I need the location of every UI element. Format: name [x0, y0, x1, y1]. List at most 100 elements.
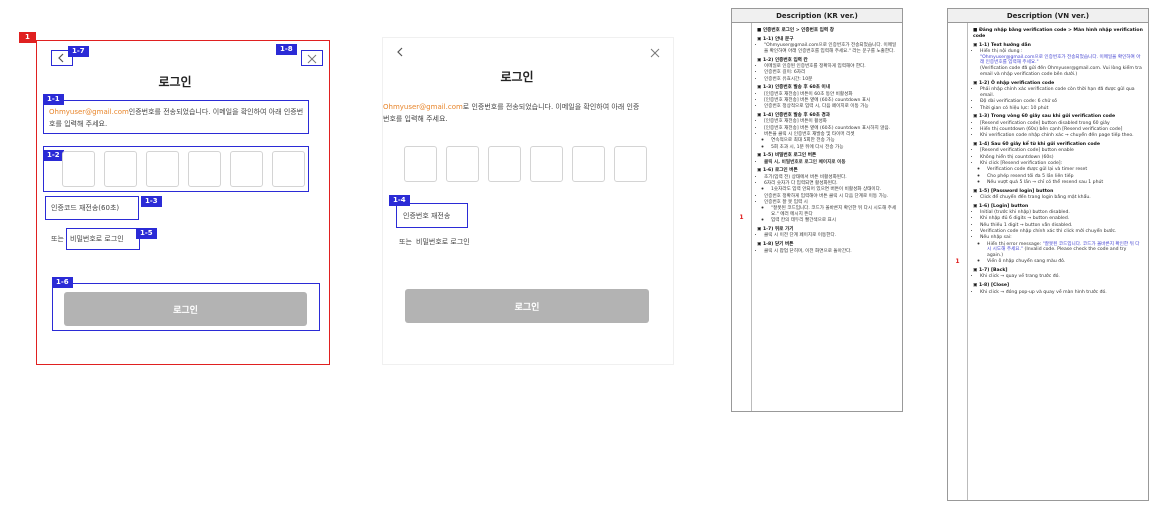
tag-1-8: 1-8 — [276, 44, 297, 55]
panel-header: Description (KR ver.) — [732, 9, 902, 23]
code-digit-input[interactable] — [62, 151, 95, 187]
close-icon[interactable] — [649, 47, 661, 59]
list-item: Nếu vượt quá 5 lần → chỉ có thể resend s… — [987, 180, 1143, 186]
list-item: [인증번호 재전송] 버튼 옆에 (60초) countdown 표시 — [764, 98, 897, 104]
panel-body: ■ Đăng nhập bằng verification code > Màn… — [968, 23, 1148, 500]
list-item: Khi click [Resend verification code]: — [980, 161, 1143, 167]
list-item: [Resend verification code] button disabl… — [980, 121, 1143, 127]
password-login-annotation — [66, 228, 140, 250]
close-button-annotation — [301, 50, 323, 66]
section-heading: ▣ 1-2) Ô nhập verification code — [973, 80, 1055, 86]
page-title: 로그인 — [500, 70, 534, 84]
list-item: Initial (trước khi nhập) button disabled… — [980, 210, 1143, 216]
panel-row-number: 1 — [948, 23, 968, 500]
list-item: 입력 칸의 테두리 빨간색으로 표시 — [771, 218, 897, 224]
section-heading: ▣ 1-4) 인증번호 발송 후 60초 경과 — [757, 113, 830, 119]
list-item: Click để chuyển đến trang login bằng mật… — [980, 195, 1143, 201]
section-heading: ▣ 1-1) Text hướng dẫn — [973, 42, 1031, 48]
list-item: 5회 초과 시, 1분 뒤에 다시 전송 가능 — [771, 145, 897, 151]
resend-button[interactable]: 인증번호 재전송 — [403, 211, 450, 221]
tag-1-3: 1-3 — [141, 196, 162, 207]
section-heading: ▣ 1-5) 비밀번호 로그인 버튼 — [757, 153, 817, 159]
list-item: Verification code được gửi lại và timer … — [987, 167, 1143, 173]
list-item: 인증번호 정상적으로 입력 시, 다음 페이지로 이동 가능 — [764, 104, 897, 110]
list-item: 6자리 숫자가 다 입력되면 활성화된다. — [764, 181, 897, 187]
code-digit-input[interactable] — [104, 151, 137, 187]
code-digit-input[interactable] — [146, 151, 179, 187]
description-panel-vn: Description (VN ver.) 1 ■ Đăng nhập bằng… — [947, 8, 1149, 501]
list-item: 인증번호 유효시간: 10분 — [764, 77, 897, 83]
list-item: Nếu nhập sai: — [980, 235, 1143, 241]
code-digit-input[interactable] — [230, 151, 263, 187]
code-digit-input[interactable] — [488, 146, 521, 182]
section-heading: ▣ 1-4) Sau 60 giây kể từ khi gửi verific… — [973, 142, 1100, 148]
list-item: Độ dài verification code: 6 chữ số — [980, 99, 1143, 105]
list-item: 클릭 시, 비밀번호로 로그인 페이지로 이동 — [764, 160, 897, 166]
section-heading: ▣ 1-5) [Password login] button — [973, 188, 1054, 194]
list-item: 연속적으로 최대 5회만 전송 가능 — [771, 138, 897, 144]
list-item: Nếu thiếu 1 digit → button vẫn disabled. — [980, 223, 1143, 229]
code-input-group — [404, 146, 647, 182]
login-button[interactable]: 로그인 — [405, 289, 649, 323]
list-item: [Resend verification code] button enable — [980, 148, 1143, 154]
description-panel-kr: Description (KR ver.) 1 ■ 인증번호 로그인 > 인증번… — [731, 8, 903, 412]
list-item: 인증번호 잘 못 입력 시 — [764, 200, 897, 206]
section-heading: ▣ 1-1) 안내 문구 — [757, 36, 794, 42]
section-heading: ▣ 1-8) 닫기 버튼 — [757, 242, 794, 248]
list-item: 클릭 시 이전 단계 페이지로 이동한다. — [764, 233, 897, 239]
list-item: [인증번호 재전송] 버튼이 활성화 — [764, 119, 897, 125]
code-digit-input[interactable] — [614, 146, 647, 182]
code-digit-input[interactable] — [572, 146, 605, 182]
list-item: Phải nhập chính xác verification code cò… — [980, 87, 1143, 99]
list-item: 이메일로 인증된 인증번호를 정확하게 입력해야 한다. — [764, 64, 897, 70]
panel-row-number: 1 — [732, 23, 752, 411]
tag-1-7: 1-7 — [68, 46, 89, 57]
section-heading: ▣ 1-6) 로그인 버튼 — [757, 168, 798, 174]
list-item: "Ohmyuser@gmail.com으로 인증번호가 전송되었습니다. 이메일… — [764, 43, 897, 55]
list-item: Không hiển thị countdown (60s) — [980, 155, 1143, 161]
list-item: Cho phép resend tối đa 5 lần liên tiếp — [987, 174, 1143, 180]
section-title: ■ Đăng nhập bằng verification code > Màn… — [973, 28, 1143, 39]
screen-badge: 1 — [19, 32, 36, 43]
email-text: Ohmyuser@gmail.com — [383, 103, 463, 111]
email-text: Ohmyuser@gmail.com — [49, 108, 129, 116]
list-item: 인증번호 정확하게 입력해야 버튼 클릭 시 다음 단계로 이동 가능. — [764, 194, 897, 200]
list-item: Khi click → đóng pop-up và quay về màn h… — [980, 290, 1143, 296]
list-item: Thời gian có hiệu lực: 10 phút — [980, 106, 1143, 112]
chevron-left-icon[interactable] — [394, 46, 406, 58]
code-digit-input[interactable] — [188, 151, 221, 187]
list-item: Hiển thị nội dung :"Ohmyuser@gmail.com으로… — [980, 49, 1143, 78]
guide-text: Ohmyuser@gmail.com인증번호를 전송되었습니다. 이메일을 확인… — [49, 106, 304, 130]
section-heading: ▣ 1-2) 인증번호 입력 칸 — [757, 57, 808, 63]
list-item: 1숫자라도 입력 안되어 있으면 버튼이 비활성화 상태이다. — [771, 187, 897, 193]
list-text: Hiển thị error message: — [987, 241, 1042, 247]
section-heading: ▣ 1-8) [Close] — [973, 283, 1010, 289]
list-item: Hiển thị countdown (60s) bên cạnh [Resen… — [980, 127, 1143, 133]
or-label: 또는 — [399, 238, 412, 246]
list-item: 초기(입력 전) 상태에서 버튼 비활성화된다. — [764, 175, 897, 181]
list-item: 클릭 시 팝업 닫히며, 이전 화면으로 돌아간다. — [764, 249, 897, 255]
code-digit-input[interactable] — [446, 146, 479, 182]
list-item: Khi click → quay về trang trước đó. — [980, 274, 1143, 280]
code-input-group — [62, 151, 305, 187]
resend-button[interactable]: 인증코드 재전송(60초) — [51, 203, 119, 213]
code-digit-input[interactable] — [404, 146, 437, 182]
list-item: Hiển thị error message: "잘못된 코드입니다. 코드가 … — [987, 242, 1143, 259]
list-item: 버튼을 클릭 시 인증번호 재발송 및 타이머 리셋 — [764, 132, 897, 138]
guide-text: Ohmyuser@gmail.com로 인증번호를 전송되었습니다. 이메일을 … — [383, 101, 645, 125]
code-digit-input[interactable] — [272, 151, 305, 187]
section-heading: ▣ 1-6) [Login] button — [973, 203, 1029, 209]
list-item: Khi nhập đủ 6 digits → button enabled. — [980, 216, 1143, 222]
list-item: [인증번호 재전송] 버튼 옆에 (60초) countdown 표시하지 않음… — [764, 126, 897, 132]
or-label: 또는 — [51, 235, 64, 243]
tag-1-6: 1-6 — [52, 277, 73, 288]
list-text: (Verification code đã gửi đến Ohmyuser@g… — [980, 66, 1142, 78]
code-digit-input[interactable] — [530, 146, 563, 182]
list-item: 인증번호 길이: 6자리 — [764, 70, 897, 76]
list-item: Viền ô nhập chuyển sang màu đỏ. — [987, 259, 1143, 265]
password-login-link[interactable]: 비밀번호로 로그인 — [416, 237, 470, 247]
page-title: 로그인 — [158, 75, 192, 89]
login-button[interactable]: 로그인 — [64, 292, 307, 326]
list-item: Verification code nhập chính xác thì cli… — [980, 229, 1143, 235]
panel-body: ■ 인증번호 로그인 > 인증번호 입력 창 ▣ 1-1) 안내 문구 "Ohm… — [752, 23, 902, 411]
